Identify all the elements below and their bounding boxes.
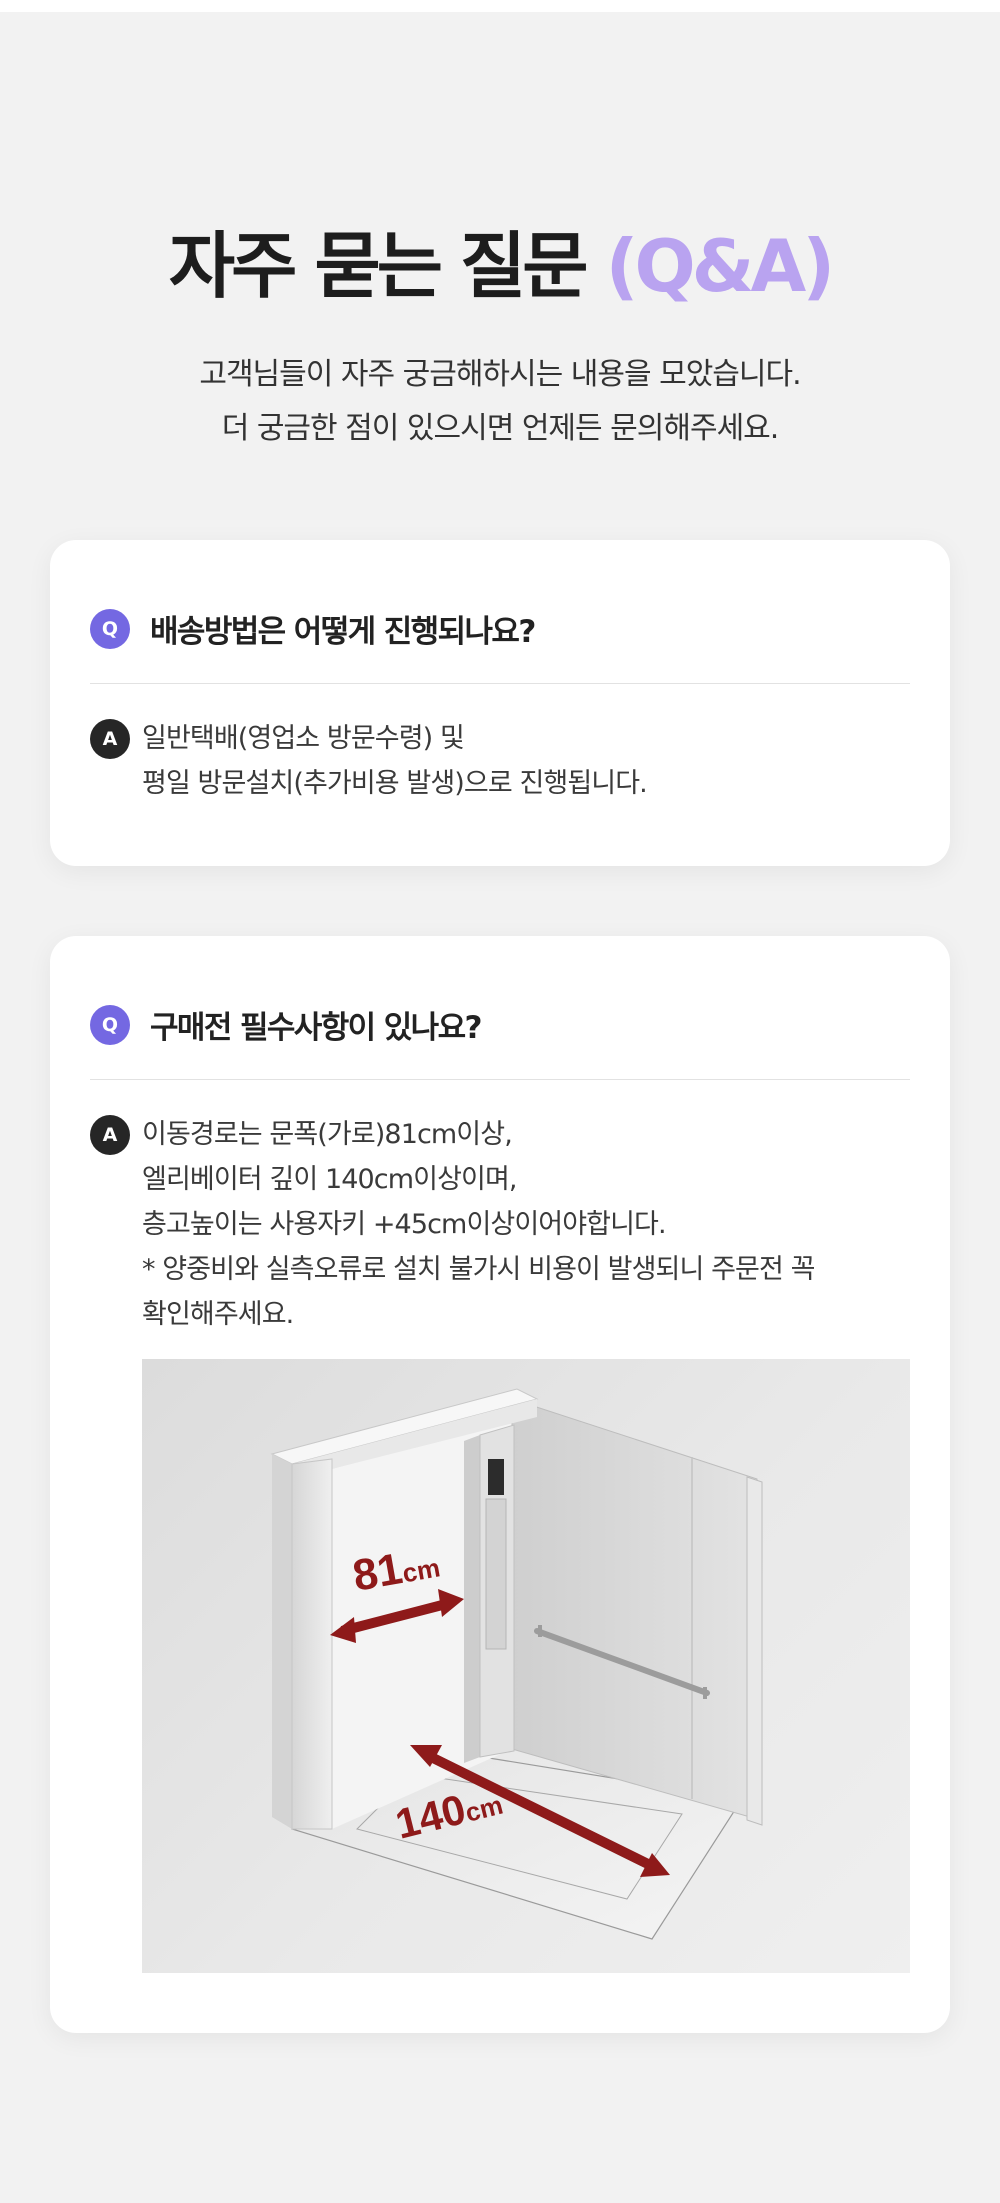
button-panel bbox=[485, 1498, 507, 1650]
answer-line: 엘리베이터 깊이 140cm이상이며, bbox=[142, 1164, 517, 1195]
answer-row: A 일반택배(영업소 방문수령) 및 평일 방문설치(추가비용 발생)으로 진행… bbox=[90, 716, 910, 806]
question-row[interactable]: Q 구매전 필수사항이 있나요? bbox=[90, 1002, 910, 1047]
left-pillar-front bbox=[291, 1458, 333, 1830]
side-wall-edge bbox=[746, 1476, 763, 1826]
page-title-main: 자주 묻는 질문 bbox=[168, 224, 589, 308]
question-text: 배송방법은 어떻게 진행되나요? bbox=[150, 614, 536, 650]
faq-card-delivery: Q 배송방법은 어떻게 진행되나요? A 일반택배(영업소 방문수령) 및 평일… bbox=[50, 540, 950, 866]
question-badge: Q bbox=[90, 1004, 130, 1045]
elevator-display-icon bbox=[488, 1459, 504, 1495]
question-badge: Q bbox=[90, 608, 130, 649]
answer-line: * 양중비와 실측오류로 설치 불가시 비용이 발생되니 주문전 꼭 bbox=[142, 1254, 815, 1285]
divider bbox=[90, 1079, 910, 1080]
answer-line: 확인해주세요. bbox=[142, 1299, 294, 1330]
faq-card-requirements: Q 구매전 필수사항이 있나요? A 이동경로는 문폭(가로)81cm이상, 엘… bbox=[50, 936, 950, 2033]
panel-pillar-side bbox=[464, 1435, 480, 1763]
answer-row: A 이동경로는 문폭(가로)81cm이상, 엘리베이터 깊이 140cm이상이며… bbox=[90, 1112, 910, 1337]
top-strip bbox=[0, 0, 1000, 12]
elevator-dimension-illustration: 81cm 140cm bbox=[142, 1359, 910, 1973]
page-subtitle: 고객님들이 자주 궁금해하시는 내용을 모았습니다. 더 궁금한 점이 있으시면… bbox=[0, 348, 1000, 456]
divider bbox=[90, 683, 910, 684]
subtitle-line: 고객님들이 자주 궁금해하시는 내용을 모았습니다. bbox=[199, 357, 801, 392]
answer-badge: A bbox=[90, 719, 130, 759]
faq-header: 자주 묻는 질문 (Q&A) 고객님들이 자주 궁금해하시는 내용을 모았습니다… bbox=[0, 230, 1000, 456]
answer-line: 평일 방문설치(추가비용 발생)으로 진행됩니다. bbox=[142, 768, 648, 799]
subtitle-line: 더 궁금한 점이 있으시면 언제든 문의해주세요. bbox=[221, 411, 780, 446]
answer-text: 이동경로는 문폭(가로)81cm이상, 엘리베이터 깊이 140cm이상이며, … bbox=[142, 1112, 815, 1337]
page-title: 자주 묻는 질문 (Q&A) bbox=[0, 230, 1000, 302]
question-text: 구매전 필수사항이 있나요? bbox=[150, 1010, 482, 1046]
answer-line: 일반택배(영업소 방문수령) 및 bbox=[142, 723, 465, 754]
answer-line: 이동경로는 문폭(가로)81cm이상, bbox=[142, 1119, 513, 1150]
question-row[interactable]: Q 배송방법은 어떻게 진행되나요? bbox=[90, 606, 910, 651]
side-wall bbox=[511, 1398, 758, 1820]
answer-line: 층고높이는 사용자키 +45cm이상이어야합니다. bbox=[142, 1209, 667, 1240]
answer-text: 일반택배(영업소 방문수령) 및 평일 방문설치(추가비용 발생)으로 진행됩니… bbox=[142, 716, 648, 806]
left-pillar-side bbox=[272, 1454, 292, 1829]
answer-badge: A bbox=[90, 1115, 130, 1155]
elevator-svg: 81cm 140cm bbox=[270, 1388, 763, 1940]
page-title-accent: (Q&A) bbox=[605, 224, 836, 308]
